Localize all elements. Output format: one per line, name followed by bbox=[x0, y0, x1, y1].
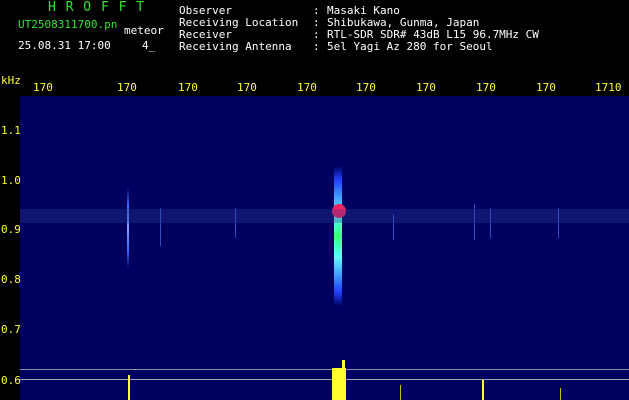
freq-tick-label: 0.8 bbox=[1, 273, 21, 286]
info-value: RTL-SDR SDR# 43dB L15 96.7MHz CW bbox=[327, 28, 539, 41]
amplitude-spike bbox=[560, 388, 561, 400]
info-sep: : bbox=[313, 16, 320, 29]
time-tick-label: 170 bbox=[476, 81, 496, 94]
freq-tick-label: 0.9 bbox=[1, 223, 21, 236]
info-key: Observer bbox=[179, 4, 232, 17]
info-value: 5el Yagi Az 280 for Seoul bbox=[327, 40, 493, 53]
baseline-line bbox=[20, 369, 629, 370]
amplitude-spike bbox=[400, 385, 401, 400]
hrofft-screen: H R O F F T UT2508311700.pn meteor 25.08… bbox=[0, 0, 629, 400]
time-tick-label: 170 bbox=[536, 81, 556, 94]
info-sep: : bbox=[313, 40, 320, 53]
amplitude-spike bbox=[128, 375, 130, 400]
freq-tick-label: 1.0 bbox=[1, 174, 21, 187]
meteor-echo-trace bbox=[334, 166, 342, 306]
time-tick-label: 170 bbox=[356, 81, 376, 94]
info-key: Receiving Location bbox=[179, 16, 299, 29]
time-tick-label: 170 bbox=[33, 81, 53, 94]
page-indicator: 4_ bbox=[142, 39, 156, 52]
info-value: Shibukawa, Gunma, Japan bbox=[327, 16, 480, 29]
software-title: H R O F F T bbox=[48, 0, 146, 15]
datetime-label: 25.08.31 17:00 bbox=[18, 39, 111, 52]
info-value: Masaki Kano bbox=[327, 4, 400, 17]
freq-unit-label: kHz bbox=[1, 74, 21, 87]
meteor-echo-trace bbox=[127, 188, 129, 268]
freq-tick-label: 1.1 bbox=[1, 124, 21, 137]
info-key: Receiver bbox=[179, 28, 232, 41]
filename-label: UT2508311700.pn bbox=[18, 18, 118, 31]
amplitude-spike bbox=[482, 380, 484, 400]
time-tick-label: 170 bbox=[237, 81, 257, 94]
time-tick-label: 170 bbox=[117, 81, 137, 94]
time-tick-label: 170 bbox=[178, 81, 198, 94]
carrier-band bbox=[20, 209, 629, 223]
amplitude-spike bbox=[332, 368, 346, 400]
freq-tick-label: 0.7 bbox=[1, 323, 21, 336]
time-tick-label: 170 bbox=[297, 81, 317, 94]
time-tick-label: 1710 bbox=[595, 81, 622, 94]
event-label: meteor bbox=[124, 24, 164, 37]
baseline-line bbox=[20, 379, 629, 380]
amplitude-spike bbox=[342, 360, 345, 368]
time-tick-label: 170 bbox=[416, 81, 436, 94]
freq-tick-label: 0.6 bbox=[1, 374, 21, 387]
spectrogram bbox=[20, 96, 629, 400]
info-sep: : bbox=[313, 28, 320, 41]
info-key: Receiving Antenna bbox=[179, 40, 292, 53]
info-sep: : bbox=[313, 4, 320, 17]
